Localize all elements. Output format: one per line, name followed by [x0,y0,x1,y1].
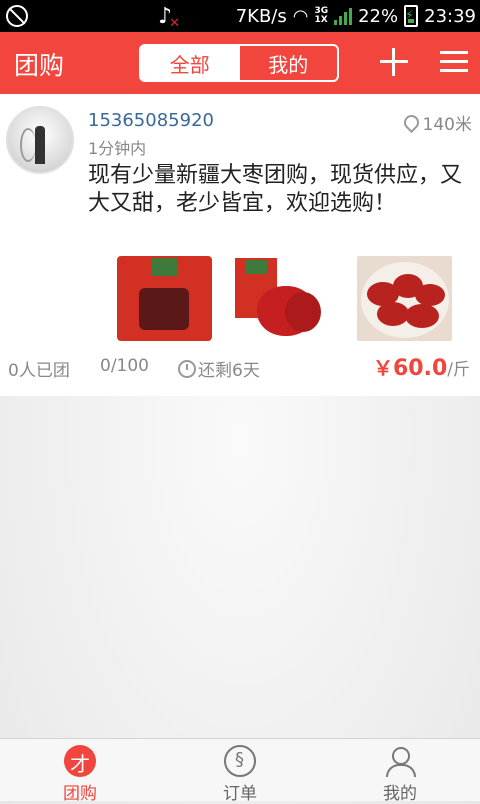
group-buy-card[interactable]: 15365085920 1分钟内 140米 现有少量新疆大枣团购，现货供应，又大… [0,94,480,396]
add-icon[interactable] [380,48,408,76]
post-description: 现有少量新疆大枣团购，现货供应，又大又甜，老少皆宜，欢迎选购！ [88,163,463,216]
music-muted-icon: ♪ ✕ [158,3,181,31]
product-photo-3[interactable] [357,256,452,341]
network-type: 3G 1X [314,6,329,25]
title-bar: 团购 全部 我的 [0,32,480,94]
status-bar: ♪✕ 7KB/s ◠ 3G 1X 22% 23:39 [0,0,480,32]
profile-icon [384,745,416,777]
battery-level: 22% [358,5,399,27]
bottom-nav: 团购 订单 我的 [0,738,480,804]
group-buy-icon [64,745,96,777]
menu-icon[interactable] [440,51,468,73]
progress-count: 0/100 [100,356,149,376]
nav-orders[interactable]: 订单 [160,739,320,804]
distance: 140米 [400,110,472,135]
clock: 23:39 [424,5,476,27]
time-remaining: 还剩6天 [178,356,260,381]
location-pin-icon [400,111,422,134]
tab-switcher: 全部 我的 [139,44,339,82]
nav-group-buy[interactable]: 团购 [0,739,160,804]
clock-icon [178,359,196,378]
network-speed: 7KB/s [235,5,287,27]
blocked-icon [6,5,28,27]
avatar[interactable] [6,106,74,174]
battery-charging-icon [404,5,419,27]
product-photo-1[interactable] [117,256,212,341]
orders-icon [224,745,256,777]
product-photo-2[interactable] [235,256,330,341]
tab-all[interactable]: 全部 [141,46,239,80]
wifi-icon: ◠ [292,5,309,27]
joined-count: 0人已团 [8,361,70,381]
price: ￥ 60.0 /斤 [372,356,470,381]
poster-phone[interactable]: 15365085920 [88,110,214,131]
page-title: 团购 [14,51,65,80]
post-time: 1分钟内 [88,139,147,158]
nav-profile[interactable]: 我的 [320,739,480,804]
stats-row: 0人已团 0/100 还剩6天 ￥ 60.0 /斤 [0,356,480,381]
signal-icon [334,7,353,25]
tab-mine[interactable]: 我的 [238,46,338,80]
